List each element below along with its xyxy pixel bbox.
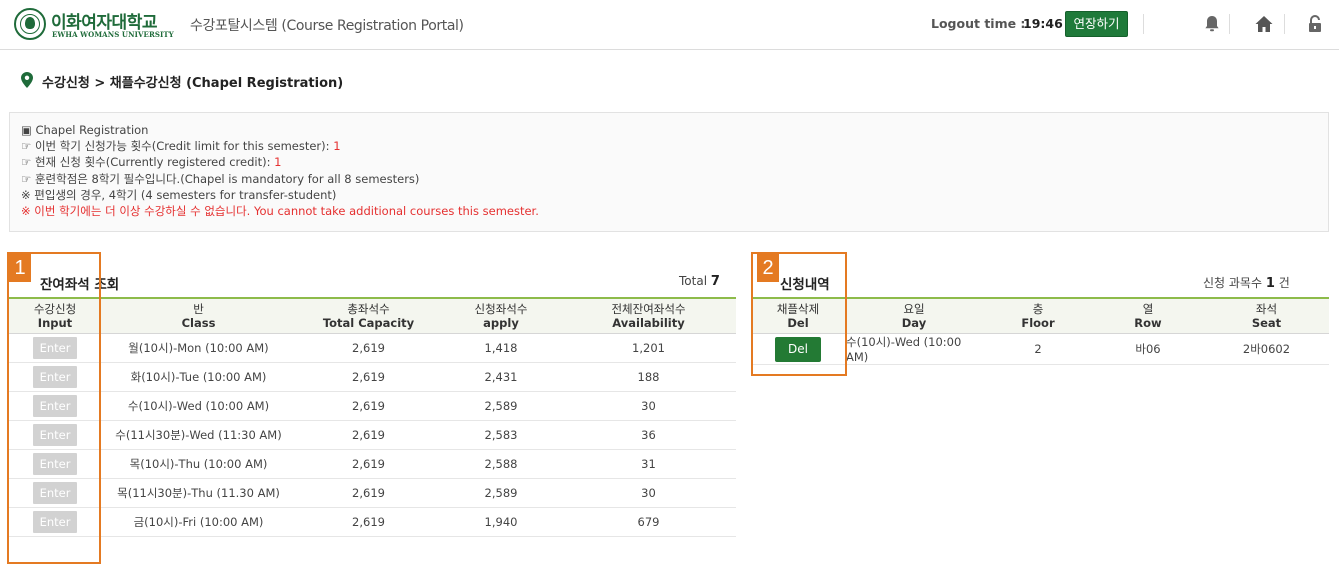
class-cell: 수(11시30분)-Wed (11:30 AM) xyxy=(101,420,296,450)
availability-cell: 30 xyxy=(561,391,736,421)
availability-cell: 679 xyxy=(561,507,736,537)
breadcrumb: 수강신청 > 채플수강신청 (Chapel Registration) xyxy=(42,76,344,91)
info-line: ☞ 훈련학점은 8학기 필수입니다.(Chapel is mandatory f… xyxy=(21,171,420,186)
class-cell: 금(10시)-Fri (10:00 AM) xyxy=(101,507,296,537)
registered-course-count: 신청 과목수 1 건 xyxy=(1203,276,1290,291)
location-pin-icon xyxy=(21,72,33,88)
info-title: Chapel Registration xyxy=(35,123,149,137)
column-header: 요일 Day xyxy=(844,297,984,334)
column-header: 총좌석수 Total Capacity xyxy=(296,297,441,334)
table-row: Enter 월(10시)-Mon (10:00 AM) 2,619 1,418 … xyxy=(9,333,736,363)
apply-cell: 1,940 xyxy=(441,507,561,537)
registered-credit-value: 1 xyxy=(274,155,282,170)
registration-info-box: ▣ Chapel Registration ☞ 이번 학기 신청가능 횟수(Cr… xyxy=(9,112,1329,232)
capacity-cell: 2,619 xyxy=(296,362,441,392)
annotation-number-1: 1 xyxy=(9,254,31,282)
capacity-cell: 2,619 xyxy=(296,449,441,479)
availability-cell: 30 xyxy=(561,478,736,508)
home-icon[interactable] xyxy=(1252,12,1276,36)
header-divider xyxy=(1143,14,1144,34)
info-line: ☞ 이번 학기 신청가능 횟수(Credit limit for this se… xyxy=(21,139,341,154)
info-title-line: ▣ Chapel Registration xyxy=(21,122,1328,138)
availability-cell: 1,201 xyxy=(561,333,736,363)
class-cell: 목(10시)-Thu (10:00 AM) xyxy=(101,449,296,479)
availability-cell: 31 xyxy=(561,449,736,479)
apply-cell: 2,583 xyxy=(441,420,561,450)
column-header: 반 Class xyxy=(101,297,296,334)
brand-name-en: EWHA WOMANS UNIVERSITY xyxy=(52,30,174,39)
table-row: Enter 목(10시)-Thu (10:00 AM) 2,619 2,588 … xyxy=(9,449,736,479)
row-cell: 바06 xyxy=(1092,333,1204,365)
column-header: 좌석 Seat xyxy=(1204,297,1329,334)
header-divider xyxy=(1229,14,1230,34)
credit-limit-value: 1 xyxy=(333,139,341,154)
class-cell: 화(10시)-Tue (10:00 AM) xyxy=(101,362,296,392)
info-line: ※ 편입생의 경우, 4학기 (4 semesters for transfer… xyxy=(21,187,337,202)
capacity-cell: 2,619 xyxy=(296,478,441,508)
availability-cell: 36 xyxy=(561,420,736,450)
table-row: Enter 수(10시)-Wed (10:00 AM) 2,619 2,589 … xyxy=(9,391,736,421)
top-header: 이화여자대학교 EWHA WOMANS UNIVERSITY 수강포탈시스템 (… xyxy=(0,0,1339,50)
apply-cell: 2,589 xyxy=(441,391,561,421)
apply-cell: 2,588 xyxy=(441,449,561,479)
class-cell: 월(10시)-Mon (10:00 AM) xyxy=(101,333,296,363)
header-divider xyxy=(1284,14,1285,34)
floor-cell: 2 xyxy=(984,333,1092,365)
annotation-box-1 xyxy=(7,252,101,564)
column-header: 전체잔여좌석수 Availability xyxy=(561,297,736,334)
table-row: Enter 금(10시)-Fri (10:00 AM) 2,619 1,940 … xyxy=(9,507,736,537)
table-header-row: 수강신청 Input 반 Class 총좌석수 Total Capacity 신청좌석… xyxy=(9,297,736,334)
table-row: Enter 수(11시30분)-Wed (11:30 AM) 2,619 2,5… xyxy=(9,420,736,450)
capacity-cell: 2,619 xyxy=(296,420,441,450)
seat-cell: 2바0602 xyxy=(1204,333,1329,365)
column-header: 신청좌석수 apply xyxy=(441,297,561,334)
extend-session-button[interactable]: 연장하기 xyxy=(1065,11,1128,37)
availability-cell: 188 xyxy=(561,362,736,392)
seat-availability-table: 수강신청 Input 반 Class 총좌석수 Total Capacity 신청좌석… xyxy=(9,297,736,537)
apply-cell: 2,589 xyxy=(441,478,561,508)
capacity-cell: 2,619 xyxy=(296,333,441,363)
annotation-number-2: 2 xyxy=(757,254,779,282)
column-header: 열 Row xyxy=(1092,297,1204,334)
total-count: Total 7 xyxy=(679,274,720,289)
apply-cell: 2,431 xyxy=(441,362,561,392)
bell-icon[interactable] xyxy=(1200,12,1224,36)
day-cell: 수(10시)-Wed (10:00 AM) xyxy=(844,333,984,365)
capacity-cell: 2,619 xyxy=(296,507,441,537)
lock-icon[interactable] xyxy=(1303,12,1327,36)
table-row: Enter 화(10시)-Tue (10:00 AM) 2,619 2,431 … xyxy=(9,362,736,392)
logout-time: 19:46 xyxy=(1023,16,1063,31)
table-row: Enter 목(11시30분)-Thu (11.30 AM) 2,619 2,5… xyxy=(9,478,736,508)
apply-cell: 1,418 xyxy=(441,333,561,363)
portal-title: 수강포탈시스템 (Course Registration Portal) xyxy=(190,18,464,34)
capacity-cell: 2,619 xyxy=(296,391,441,421)
class-cell: 목(11시30분)-Thu (11.30 AM) xyxy=(101,478,296,508)
info-line: ☞ 현재 신청 횟수(Currently registered credit):… xyxy=(21,155,282,170)
warning-message: ※ 이번 학기에는 더 이상 수강하실 수 없습니다. You cannot t… xyxy=(21,204,539,219)
logout-label: Logout time : xyxy=(931,16,1026,31)
class-cell: 수(10시)-Wed (10:00 AM) xyxy=(101,391,296,421)
column-header: 층 Floor xyxy=(984,297,1092,334)
list-box-icon: ▣ xyxy=(21,123,32,137)
university-logo[interactable] xyxy=(14,8,46,40)
